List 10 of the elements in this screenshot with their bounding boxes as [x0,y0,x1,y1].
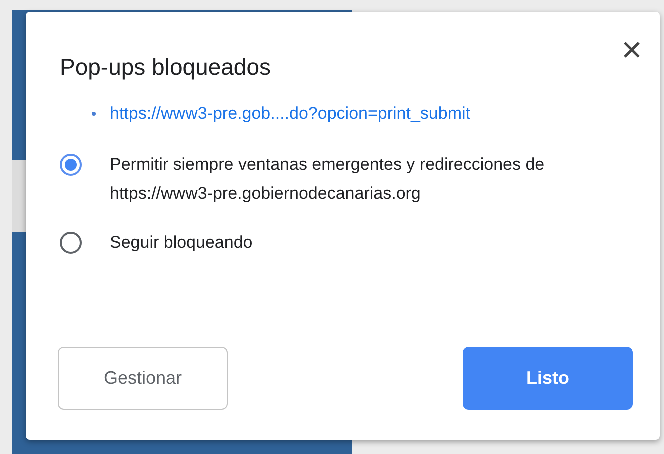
dialog-title: Pop-ups bloqueados [60,53,271,82]
radio-button[interactable] [60,232,82,254]
radio-button[interactable] [60,154,82,176]
option-label: Permitir siempre ventanas emergentes y redirecciones de https://www3-pre.gobiernodecanarias.org [110,154,546,205]
close-icon [623,41,641,59]
blocked-url-link[interactable]: https://www3-pre.gob....do?opcion=print_submit [110,102,471,126]
bullet-icon [92,112,96,116]
done-button[interactable]: Listo [463,347,633,410]
option-label: Seguir bloqueando [110,232,254,254]
manage-button[interactable]: Gestionar [58,347,228,410]
